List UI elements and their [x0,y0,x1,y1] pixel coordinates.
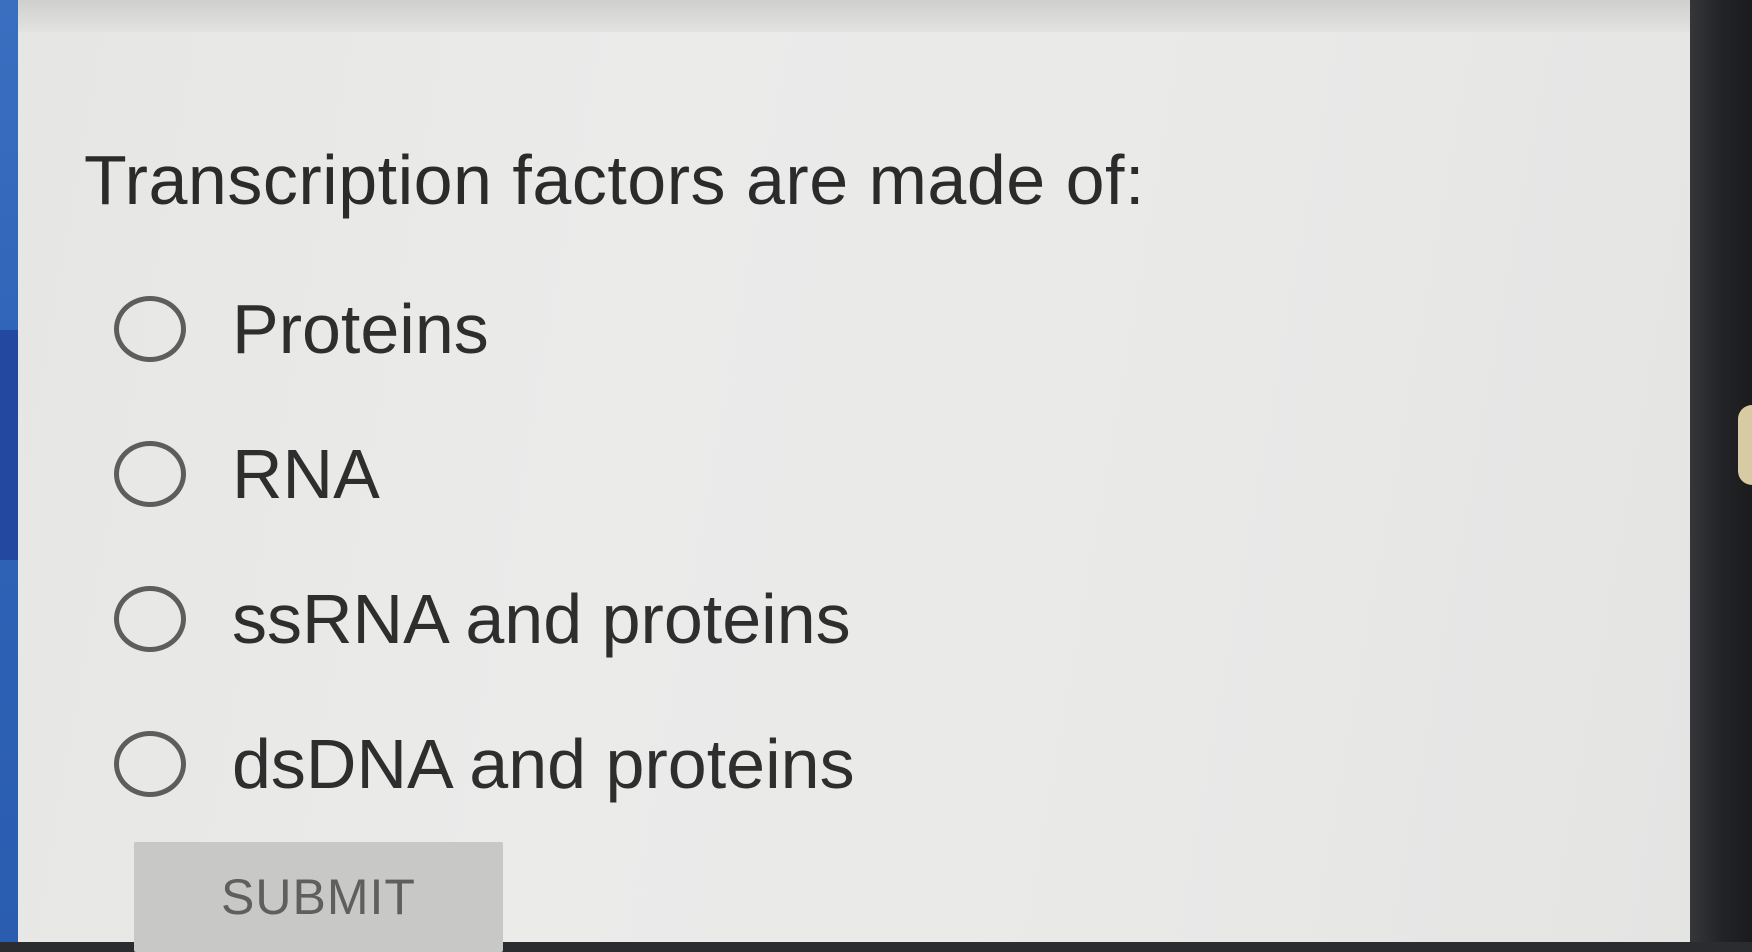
card-top-edge [18,0,1690,32]
bezel-reflection [1738,405,1752,485]
option-proteins[interactable]: Proteins [114,256,855,401]
option-rna[interactable]: RNA [114,401,855,546]
question-text: Transcription factors are made of: [84,141,1145,219]
option-label: Proteins [232,289,489,368]
option-label: RNA [232,434,380,513]
answer-options: Proteins RNA ssRNA and proteins dsDNA an… [114,256,855,836]
radio-button[interactable] [114,295,186,362]
option-label: ssRNA and proteins [232,579,851,658]
option-label: dsDNA and proteins [232,724,855,803]
option-dsdna-and-proteins[interactable]: dsDNA and proteins [114,691,855,836]
radio-button[interactable] [114,440,186,507]
quiz-card: Transcription factors are made of: Prote… [18,0,1690,952]
submit-button[interactable]: SUBMIT [134,842,503,952]
option-ssrna-and-proteins[interactable]: ssRNA and proteins [114,546,855,691]
radio-button[interactable] [114,730,186,797]
radio-button[interactable] [114,585,186,652]
